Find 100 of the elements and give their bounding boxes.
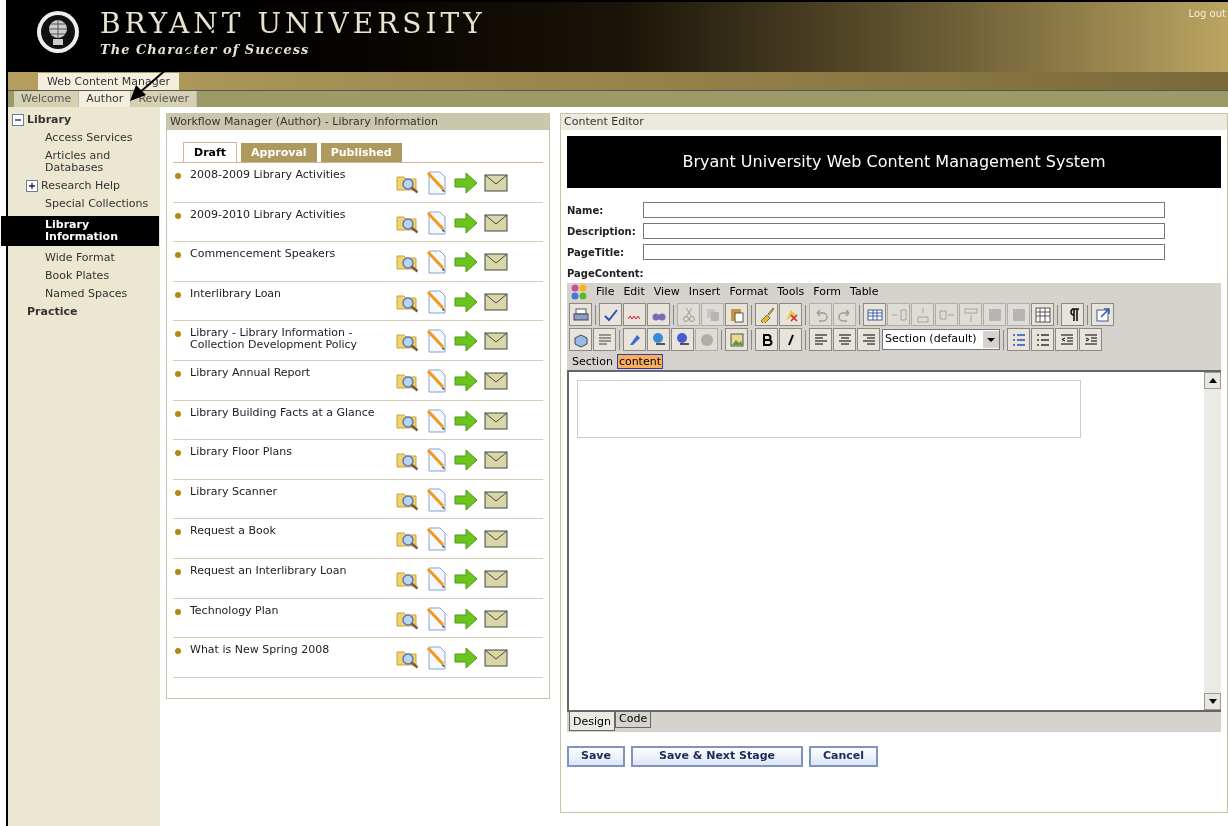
pencil-document-icon[interactable]	[426, 289, 448, 314]
envelope-icon[interactable]	[484, 451, 508, 470]
pencil-document-icon[interactable]	[426, 487, 448, 512]
envelope-icon[interactable]	[484, 649, 508, 668]
menu-item[interactable]: Insert	[688, 283, 721, 301]
arrow-right-icon[interactable]	[454, 172, 478, 194]
menu-item[interactable]: Edit	[623, 283, 645, 301]
nav-tab[interactable]: Reviewer	[131, 91, 197, 107]
envelope-icon[interactable]	[484, 332, 508, 351]
text-field[interactable]	[643, 244, 1165, 260]
sidebar-item[interactable]: Book Plates	[41, 270, 110, 282]
menu-item[interactable]: Table	[850, 283, 879, 301]
pencil-document-icon[interactable]	[426, 250, 448, 275]
pencil-document-icon[interactable]	[426, 646, 448, 671]
menu-item[interactable]: Form	[813, 283, 841, 301]
outdent-icon[interactable]	[1055, 328, 1078, 351]
print-icon[interactable]	[569, 303, 592, 326]
arrow-right-icon[interactable]	[454, 211, 478, 234]
workflow-item-title[interactable]: Request an Interlibrary Loan	[190, 564, 380, 577]
form-button[interactable]: Save & Next Stage	[631, 746, 803, 767]
table-grid-icon[interactable]	[1031, 303, 1054, 326]
workflow-item-title[interactable]: What is New Spring 2008	[190, 644, 380, 657]
pencil-document-icon[interactable]	[426, 329, 448, 354]
workflow-item-title[interactable]: Interlibrary Loan	[190, 287, 380, 300]
workflow-item-title[interactable]: Library Building Facts at a Glance	[190, 406, 380, 419]
align-right-icon[interactable]	[857, 328, 880, 351]
pencil-document-icon[interactable]	[426, 527, 448, 552]
clear-format-icon[interactable]	[779, 303, 802, 326]
paragraph-icon[interactable]	[1061, 303, 1084, 326]
pencil-document-icon[interactable]	[426, 448, 448, 473]
sidebar-item[interactable]: Articles and Databases	[41, 150, 160, 174]
envelope-icon[interactable]	[484, 292, 508, 311]
nav-tab[interactable]: Author	[79, 91, 132, 107]
envelope-icon[interactable]	[484, 609, 508, 628]
arrow-right-icon[interactable]	[454, 369, 478, 392]
arrow-right-icon[interactable]	[454, 488, 478, 511]
sidebar-item[interactable]: Special Collections	[41, 198, 149, 210]
sidebar-item[interactable]: Library	[27, 114, 72, 126]
arrow-right-icon[interactable]	[454, 409, 478, 432]
arrow-right-icon[interactable]	[454, 567, 478, 590]
numbered-list-icon[interactable]	[1031, 328, 1054, 351]
sidebar-item[interactable]: Named Spaces	[41, 288, 128, 300]
italic-icon[interactable]	[779, 328, 802, 351]
text-field[interactable]	[643, 223, 1165, 239]
sidebar-item[interactable]: Wide Format	[41, 252, 115, 264]
menu-item[interactable]: View	[653, 283, 680, 301]
workflow-item-title[interactable]: Library Floor Plans	[190, 446, 380, 459]
menu-item[interactable]: Format	[729, 283, 769, 301]
popout-icon[interactable]	[1091, 303, 1114, 326]
text-field[interactable]	[643, 202, 1165, 218]
sidebar-item[interactable]: Research Help	[41, 180, 121, 192]
sidebar-item[interactable]: Library Information	[1, 216, 159, 246]
envelope-icon[interactable]	[484, 371, 508, 390]
arrow-right-icon[interactable]	[454, 290, 478, 313]
paste-icon[interactable]	[725, 303, 748, 326]
bulleted-list-icon[interactable]	[1007, 328, 1030, 351]
arrow-right-icon[interactable]	[454, 449, 478, 472]
scroll-down-icon[interactable]	[1204, 693, 1221, 710]
envelope-icon[interactable]	[484, 569, 508, 588]
envelope-icon[interactable]	[484, 174, 508, 192]
workflow-item-title[interactable]: Library Scanner	[190, 485, 380, 498]
workflow-item-title[interactable]: 2008-2009 Library Activities	[190, 169, 380, 181]
component-icon[interactable]	[569, 328, 592, 351]
style-select[interactable]: Section (default)	[882, 329, 1000, 350]
align-center-icon[interactable]	[833, 328, 856, 351]
scrollbar[interactable]	[1204, 372, 1221, 710]
workflow-item-title[interactable]: Technology Plan	[190, 604, 380, 617]
view-tab[interactable]: Code	[615, 712, 652, 728]
binoculars-icon[interactable]	[647, 303, 670, 326]
pencil-document-icon[interactable]	[426, 606, 448, 631]
workflow-item-title[interactable]: Commencement Speakers	[190, 248, 380, 261]
text-lines-icon[interactable]	[593, 328, 616, 351]
arrow-right-icon[interactable]	[454, 251, 478, 274]
indent-icon[interactable]	[1079, 328, 1102, 351]
envelope-icon[interactable]	[484, 213, 508, 232]
sidebar-item[interactable]: Practice	[27, 306, 78, 318]
pencil-document-icon[interactable]	[426, 566, 448, 591]
bold-icon[interactable]	[755, 328, 778, 351]
breadcrumb-tag[interactable]: Section	[571, 354, 614, 368]
envelope-icon[interactable]	[484, 253, 508, 272]
spell-check-icon[interactable]	[599, 303, 622, 326]
envelope-icon[interactable]	[484, 411, 508, 430]
menu-item[interactable]: File	[596, 283, 615, 301]
arrow-right-icon[interactable]	[454, 330, 478, 353]
workflow-item-title[interactable]: Request a Book	[190, 525, 380, 538]
workflow-item-title[interactable]: Library - Library Information - Collection Development Policy	[190, 327, 380, 352]
arrow-right-icon[interactable]	[454, 528, 478, 551]
link-icon[interactable]	[647, 328, 670, 351]
view-tab[interactable]: Design	[569, 712, 615, 731]
collapse-icon[interactable]	[12, 114, 24, 126]
sidebar-item[interactable]: Access Services	[41, 132, 133, 144]
scroll-up-icon[interactable]	[1204, 372, 1221, 389]
form-button[interactable]: Save	[567, 746, 625, 767]
envelope-icon[interactable]	[484, 530, 508, 549]
pencil-document-icon[interactable]	[426, 408, 448, 433]
unlink-icon[interactable]	[671, 328, 694, 351]
menu-item[interactable]: Tools	[777, 283, 805, 301]
envelope-icon[interactable]	[484, 490, 508, 509]
breadcrumb-tag[interactable]: content	[616, 353, 663, 369]
align-left-icon[interactable]	[809, 328, 832, 351]
